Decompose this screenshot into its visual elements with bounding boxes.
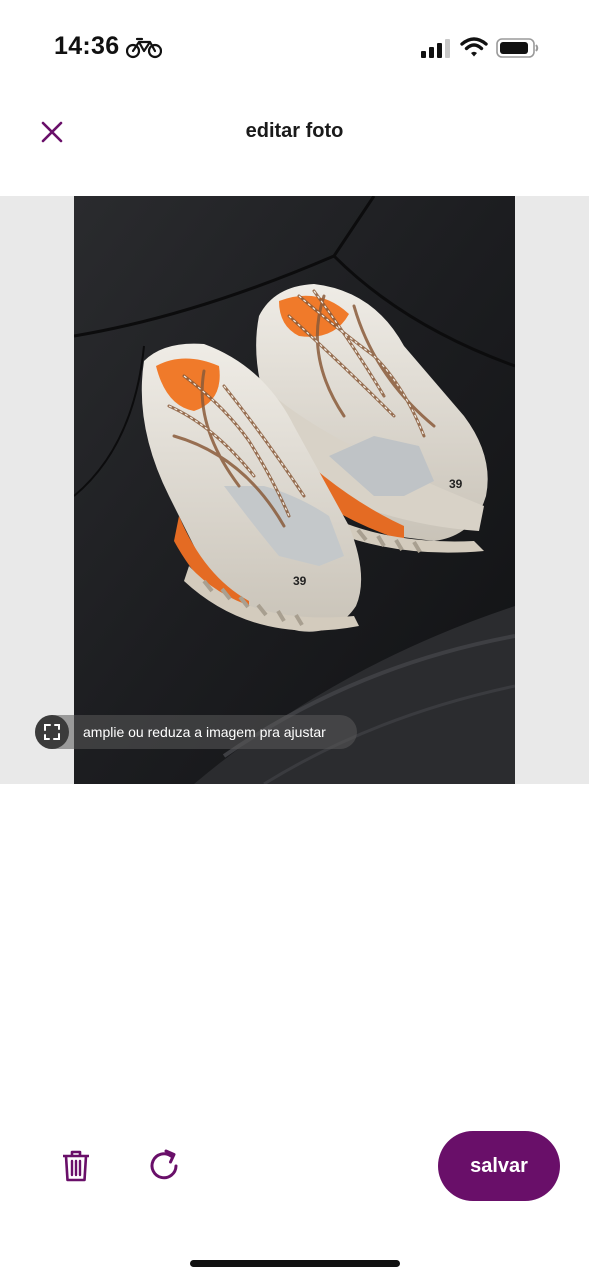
rotate-icon [150, 1149, 178, 1180]
delete-button[interactable] [56, 1144, 96, 1188]
resize-hint: amplie ou reduza a imagem pra ajustar [35, 715, 357, 749]
resize-hint-text: amplie ou reduza a imagem pra ajustar [83, 724, 326, 740]
svg-text:39: 39 [449, 477, 463, 491]
battery-icon [496, 38, 539, 58]
trash-icon [63, 1150, 89, 1182]
status-bar: 14:36 [0, 0, 589, 96]
bottom-toolbar: salvar [0, 1128, 589, 1208]
save-button[interactable]: salvar [438, 1131, 560, 1201]
header: editar foto [0, 100, 589, 170]
bicycle-icon [126, 37, 162, 59]
shoes-photo: 39 39 [74, 196, 515, 784]
resize-icon [35, 715, 69, 749]
rotate-button[interactable] [144, 1144, 184, 1188]
svg-text:39: 39 [293, 574, 307, 588]
photo-editor-area[interactable]: 39 39 amplie ou reduza a imagem pra ajus… [0, 196, 589, 784]
status-time: 14:36 [54, 32, 120, 60]
wifi-icon [460, 37, 488, 57]
home-indicator[interactable] [190, 1260, 400, 1267]
photo-preview[interactable]: 39 39 [74, 196, 515, 784]
page-title: editar foto [245, 120, 344, 142]
cellular-signal-icon [421, 39, 450, 58]
